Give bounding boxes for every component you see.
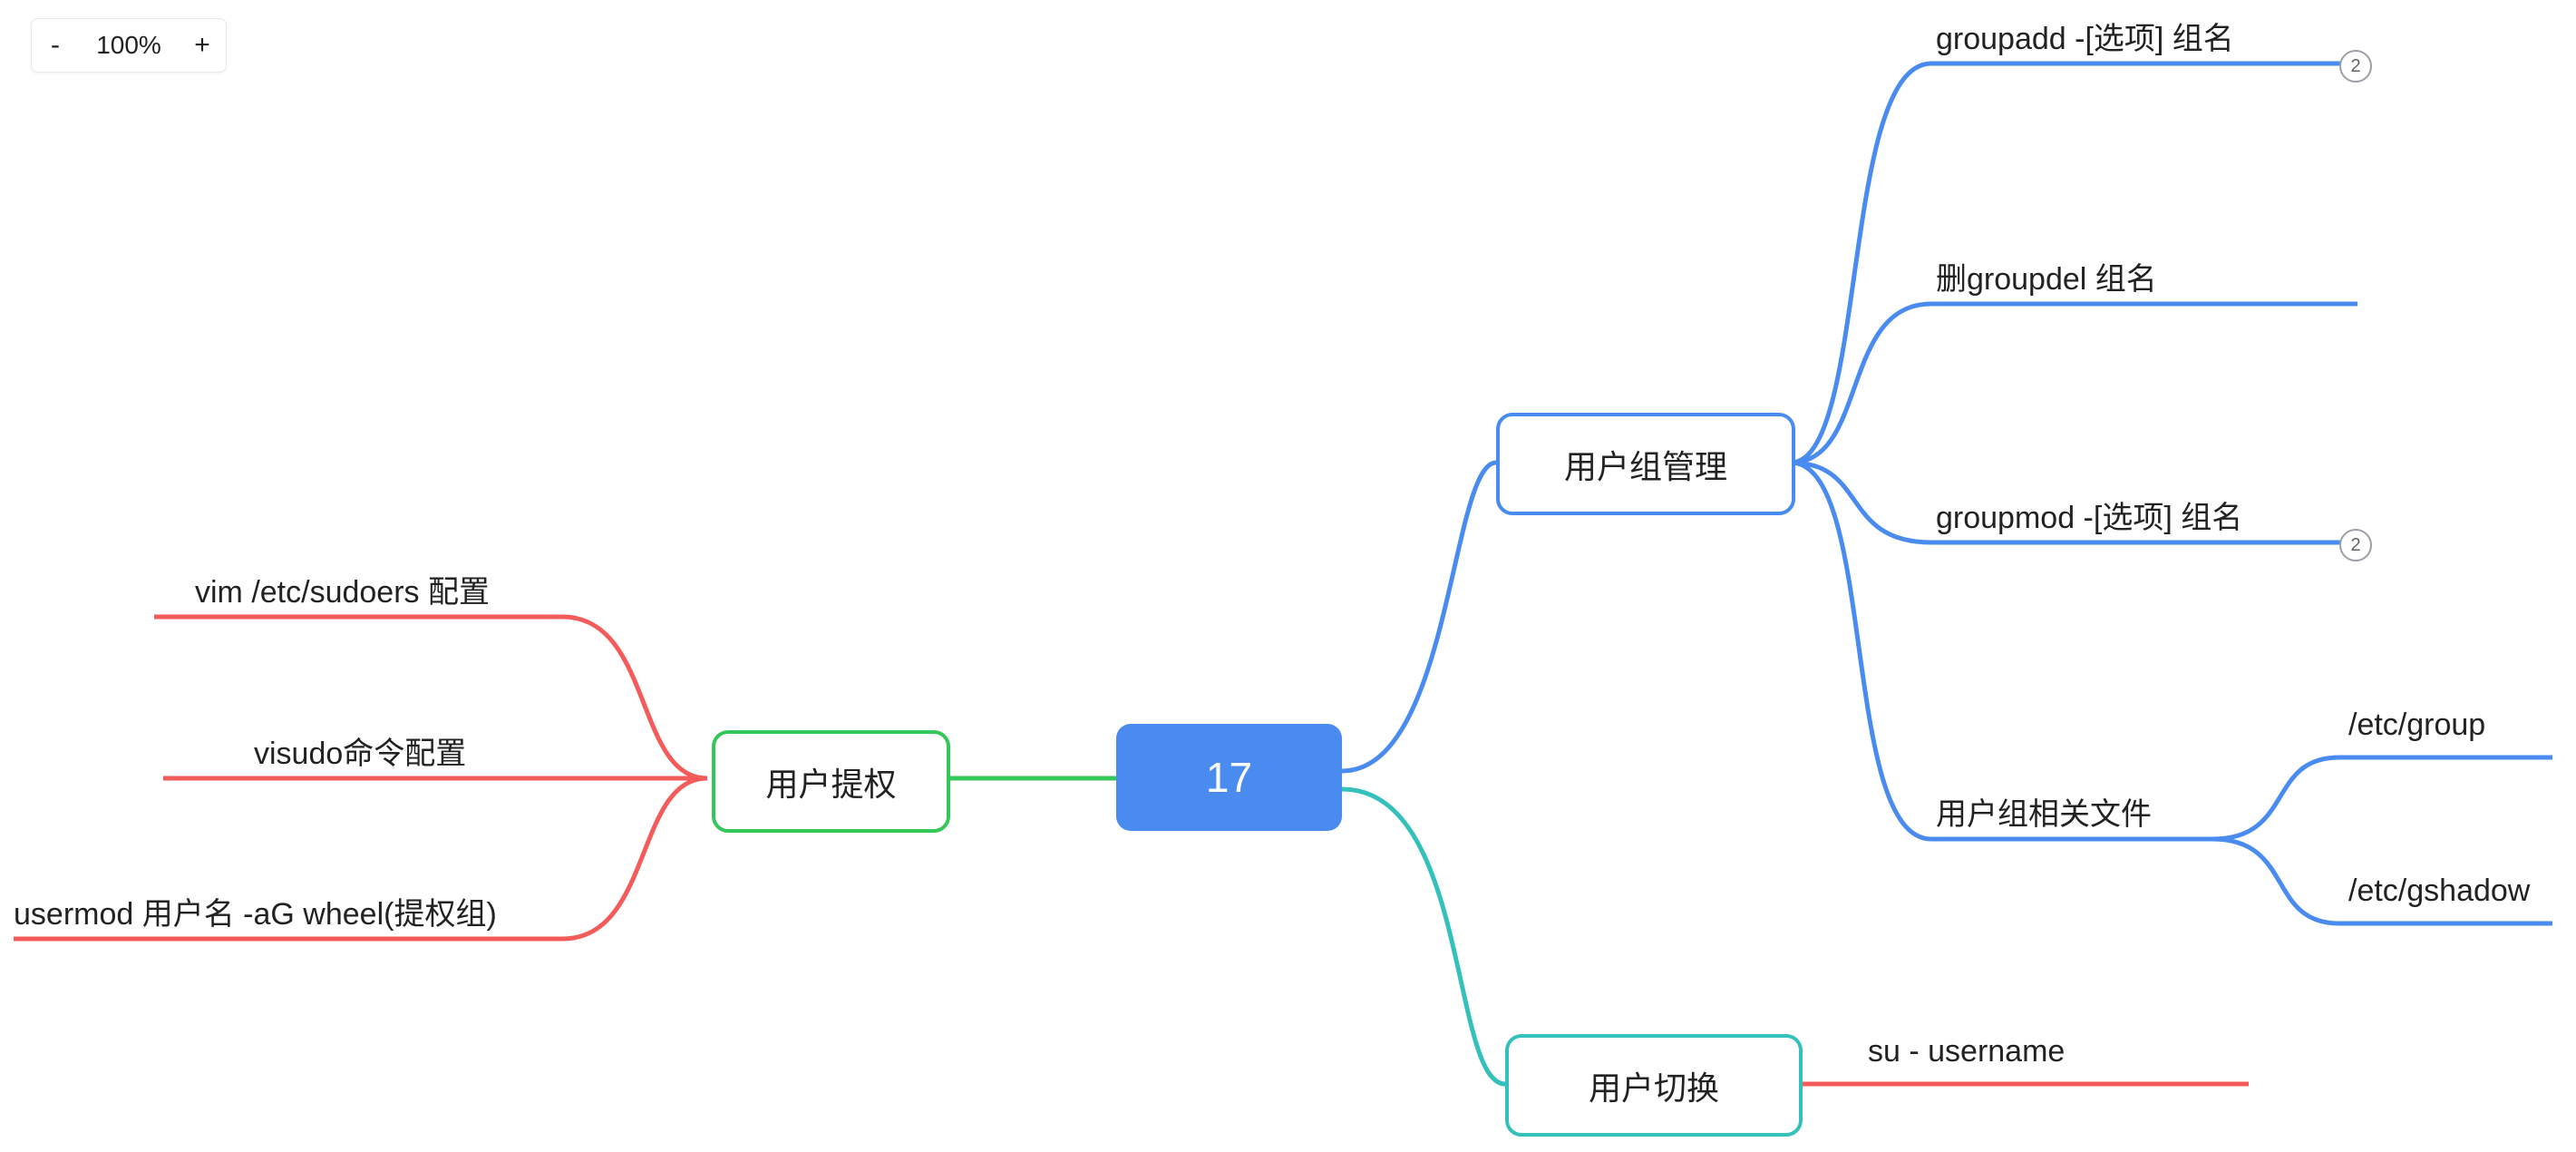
leaf-group-related-files[interactable]: 用户组相关文件 — [1936, 789, 2152, 834]
leaf-groupmod[interactable]: groupmod -[选项] 组名 — [1936, 493, 2242, 537]
zoom-value: 100% — [79, 31, 179, 60]
branch-user-switch[interactable]: 用户切换 — [1505, 1034, 1803, 1137]
leaf-su-username[interactable]: su - username — [1868, 1034, 2065, 1069]
leaf-vim-sudoers[interactable]: vim /etc/sudoers 配置 — [195, 567, 490, 611]
zoom-out-button[interactable]: - — [32, 19, 79, 72]
badge-groupmod-count: 2 — [2339, 529, 2372, 561]
zoom-in-button[interactable]: + — [179, 19, 226, 72]
leaf-etc-gshadow[interactable]: /etc/gshadow — [2348, 874, 2530, 909]
leaf-groupdel[interactable]: 删groupdel 组名 — [1936, 254, 2157, 298]
branch-user-privilege[interactable]: 用户提权 — [712, 730, 950, 833]
leaf-etc-group[interactable]: /etc/group — [2348, 708, 2485, 743]
badge-groupadd-count: 2 — [2339, 50, 2372, 83]
zoom-control: - 100% + — [31, 18, 227, 73]
root-node[interactable]: 17 — [1116, 724, 1342, 831]
leaf-groupadd[interactable]: groupadd -[选项] 组名 — [1936, 14, 2234, 58]
leaf-usermod-wheel[interactable]: usermod 用户名 -aG wheel(提权组) — [14, 889, 497, 933]
leaf-visudo[interactable]: visudo命令配置 — [254, 728, 466, 773]
branch-group-management[interactable]: 用户组管理 — [1496, 413, 1795, 515]
